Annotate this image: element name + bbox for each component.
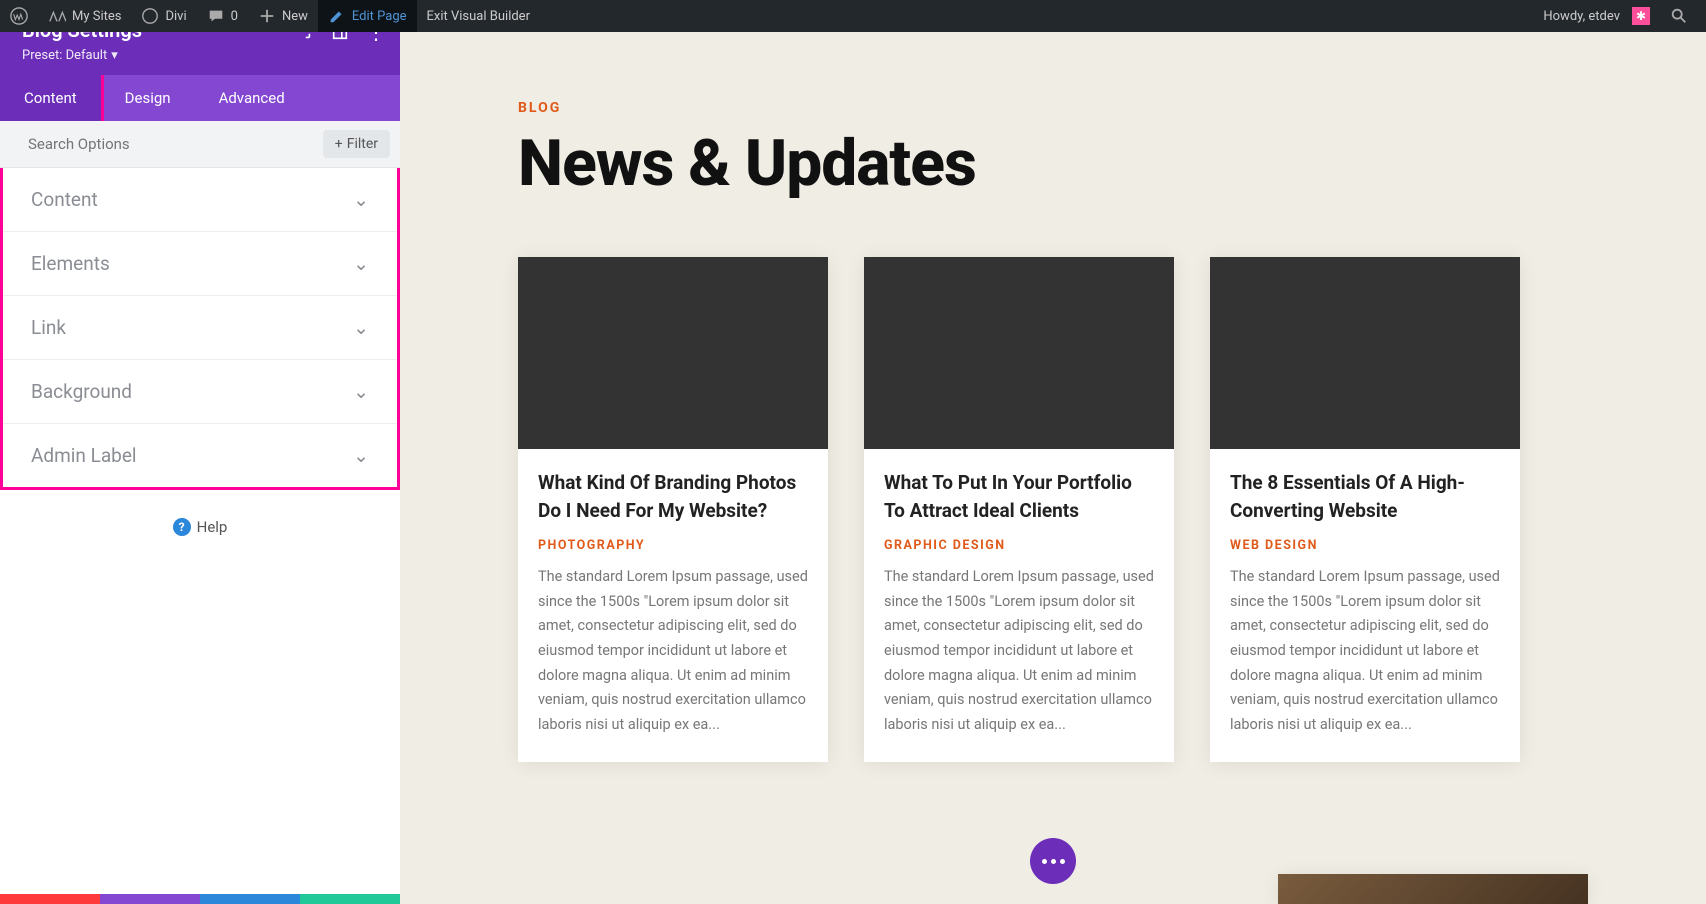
post-excerpt: The standard Lorem Ipsum passage, used s… [538,565,808,737]
post-title[interactable]: What Kind Of Branding Photos Do I Need F… [538,469,808,524]
post-title[interactable]: What To Put In Your Portfolio To Attract… [884,469,1154,524]
chevron-down-icon: ⌄ [353,380,369,403]
help-link[interactable]: ?Help [0,490,400,564]
action-purple[interactable] [100,894,200,904]
wp-admin-bar: My Sites Divi 0 New Edit Page Exit Visua… [0,0,1706,32]
blog-card[interactable]: The 8 Essentials Of A High-Converting We… [1210,257,1520,762]
tab-design[interactable]: Design [101,75,195,121]
post-thumbnail [1210,257,1520,449]
post-category[interactable]: WEB DESIGN [1230,538,1500,553]
search-options-input[interactable] [0,121,323,167]
action-green[interactable] [300,894,400,904]
my-sites-link[interactable]: My Sites [38,0,131,32]
section-label: BLOG [518,100,1588,116]
preset-selector[interactable]: Preset: Default▾ [22,48,378,63]
post-title[interactable]: The 8 Essentials Of A High-Converting We… [1230,469,1500,524]
chevron-down-icon: ⌄ [353,252,369,275]
search-row: +Filter [0,121,400,168]
section-background[interactable]: Background⌄ [3,360,397,424]
post-excerpt: The standard Lorem Ipsum passage, used s… [884,565,1154,737]
blog-card-peek[interactable] [1278,874,1588,904]
page-headline: News & Updates [518,126,1588,201]
tab-advanced[interactable]: Advanced [195,75,309,121]
section-content[interactable]: Content⌄ [3,168,397,232]
help-icon: ? [173,518,191,536]
accordion-highlight: Content⌄ Elements⌄ Link⌄ Background⌄ Adm… [0,168,400,490]
post-excerpt: The standard Lorem Ipsum passage, used s… [1230,565,1500,737]
filter-button[interactable]: +Filter [323,130,390,158]
panel-action-bar [0,894,400,904]
howdy-user[interactable]: Howdy, etdev✱ [1533,0,1660,32]
section-elements[interactable]: Elements⌄ [3,232,397,296]
plus-icon: + [335,136,343,152]
page-preview: BLOG News & Updates What Kind Of Brandin… [400,32,1706,904]
post-thumbnail [518,257,828,449]
module-settings-panel: Blog Settings Preset: Default▾ ⋮ Content… [0,0,400,904]
chevron-down-icon: ⌄ [353,188,369,211]
search-toggle[interactable] [1660,0,1698,32]
post-thumbnail [864,257,1174,449]
blog-card[interactable]: What Kind Of Branding Photos Do I Need F… [518,257,828,762]
chevron-down-icon: ▾ [111,48,118,63]
blog-cards: What Kind Of Branding Photos Do I Need F… [518,257,1588,762]
edit-page-link[interactable]: Edit Page [318,0,417,32]
exit-visual-builder-link[interactable]: Exit Visual Builder [417,0,540,32]
user-avatar: ✱ [1632,7,1650,25]
settings-tabs: Content Design Advanced [0,75,400,121]
section-link[interactable]: Link⌄ [3,296,397,360]
comments-link[interactable]: 0 [197,0,248,32]
new-link[interactable]: New [248,0,318,32]
builder-fab[interactable] [1030,838,1076,884]
tab-content[interactable]: Content [0,72,104,121]
chevron-down-icon: ⌄ [353,444,369,467]
site-link[interactable]: Divi [131,0,196,32]
wp-logo[interactable] [0,0,38,32]
section-admin-label[interactable]: Admin Label⌄ [3,424,397,487]
action-blue[interactable] [200,894,300,904]
blog-card[interactable]: What To Put In Your Portfolio To Attract… [864,257,1174,762]
post-category[interactable]: PHOTOGRAPHY [538,538,808,553]
post-category[interactable]: GRAPHIC DESIGN [884,538,1154,553]
action-red[interactable] [0,894,100,904]
chevron-down-icon: ⌄ [353,316,369,339]
